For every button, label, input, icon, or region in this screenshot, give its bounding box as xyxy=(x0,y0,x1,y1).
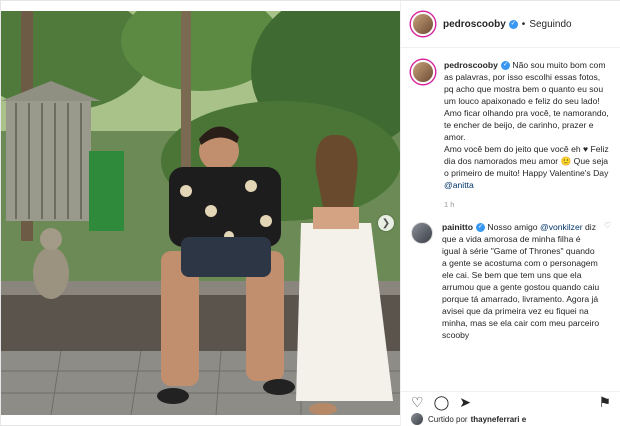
caption-text-3: Amo você bem do jeito que você eh ♥ Feli… xyxy=(444,144,609,178)
comment-username[interactable]: painitto xyxy=(442,222,473,232)
comment-body: painitto ✓ Nosso amigo @vonkilzer diz que… xyxy=(442,221,600,341)
follow-button[interactable]: Seguindo xyxy=(529,19,571,30)
heart-icon[interactable]: ♡ xyxy=(604,221,611,341)
post-side-panel: pedroscooby ✓ • Seguindo pedroscooby ✓ Nã… xyxy=(400,1,620,426)
liked-by-prefix: Curtido por xyxy=(428,414,468,424)
caption-body: pedroscooby ✓ Não sou muito bom com as pa… xyxy=(444,59,611,211)
comments-list: pedroscooby ✓ Não sou muito bom com as pa… xyxy=(401,49,620,377)
bookmark-icon[interactable]: ⚑ xyxy=(598,394,611,411)
chevron-right-icon[interactable]: ❯ xyxy=(378,215,394,231)
comment-item: painitto ✓ Nosso amigo @vonkilzer diz que… xyxy=(401,211,620,341)
post-photo[interactable]: ❯ xyxy=(1,11,400,415)
liked-by-user[interactable]: thayneferrari e xyxy=(471,415,527,424)
comment-mention[interactable]: @vonkilzer xyxy=(540,222,583,232)
caption: pedroscooby ✓ Não sou muito bom com as pa… xyxy=(401,49,620,211)
photo-illustration xyxy=(1,11,400,415)
post-username[interactable]: pedroscooby xyxy=(443,19,506,30)
comment-text: diz que a vida amorosa de minha filha é … xyxy=(442,222,600,340)
caption-timestamp[interactable]: 1 h xyxy=(444,199,611,211)
separator-dot: • xyxy=(521,18,526,30)
avatar[interactable] xyxy=(411,222,433,244)
caption-username[interactable]: pedroscooby xyxy=(444,60,498,70)
caption-mention[interactable]: @anitta xyxy=(444,180,474,190)
avatar[interactable] xyxy=(411,60,435,84)
liked-by: Curtido por thayneferrari e xyxy=(411,413,526,425)
heart-icon[interactable]: ♡ xyxy=(411,394,424,411)
verified-icon: ✓ xyxy=(500,61,510,71)
verified-icon: ✓ xyxy=(508,19,518,29)
post-header: pedroscooby ✓ • Seguindo xyxy=(401,1,620,48)
action-bar: ♡ ◯ ➤ ⚑ xyxy=(401,391,620,413)
share-icon[interactable]: ➤ xyxy=(459,394,471,411)
comment-prefix: Nosso amigo xyxy=(487,222,538,232)
avatar[interactable] xyxy=(411,413,423,425)
caption-text-2: Amo ficar olhando pra você, te namorando… xyxy=(444,108,609,142)
avatar[interactable] xyxy=(411,12,435,36)
instagram-post: ❯ pedroscooby ✓ • Seguindo pedroscooby ✓ … xyxy=(0,0,620,426)
comment-icon[interactable]: ◯ xyxy=(434,394,450,411)
verified-icon: ✓ xyxy=(476,223,486,233)
